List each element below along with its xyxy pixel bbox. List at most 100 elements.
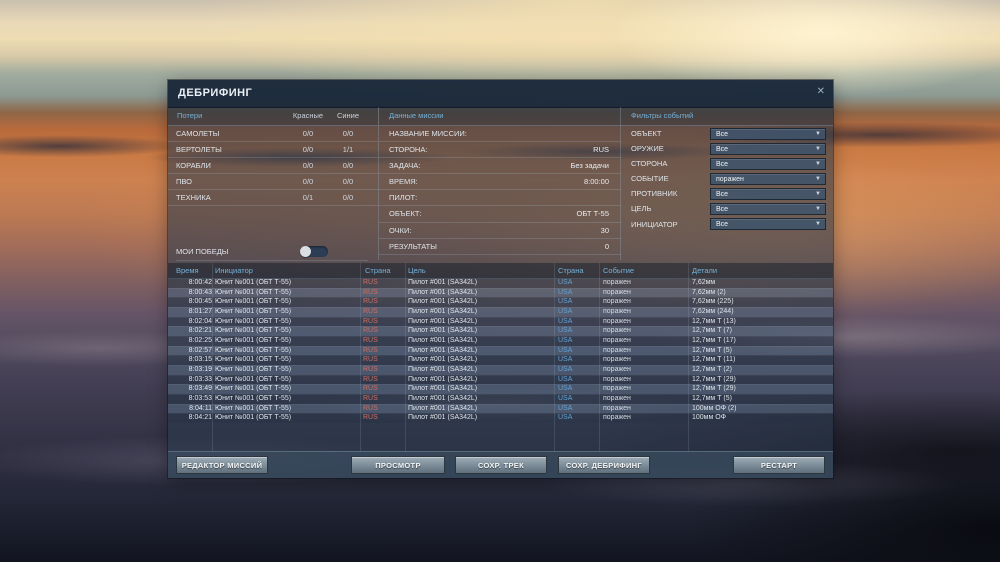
event-country-initiator: RUS [363, 414, 378, 422]
event-country-target: USA [558, 385, 573, 393]
save-track-button[interactable]: СОХР. ТРЕК [455, 456, 547, 474]
dialog-titlebar: ДЕБРИФИНГ ✕ [168, 80, 833, 108]
event-row[interactable]: 8:04:11 Юнит №001 (ОБТ Т-55) RUS Пилот #… [168, 403, 833, 414]
event-type: поражен [603, 336, 631, 344]
chevron-down-icon: ▼ [815, 221, 821, 228]
event-country-initiator: RUS [363, 375, 378, 383]
mission-value: 30 [600, 225, 609, 235]
filter-dropdown[interactable]: Все ▼ [710, 187, 826, 200]
event-type: поражен [603, 307, 631, 315]
event-row[interactable]: 8:03:53 Юнит №001 (ОБТ Т-55) RUS Пилот #… [168, 393, 833, 404]
event-type: поражен [603, 385, 631, 393]
loss-label: КОРАБЛИ [176, 161, 211, 170]
event-row[interactable]: 8:02:25 Юнит №001 (ОБТ Т-55) RUS Пилот #… [168, 335, 833, 346]
event-row[interactable]: 8:03:19 Юнит №001 (ОБТ Т-55) RUS Пилот #… [168, 364, 833, 375]
filter-dropdown[interactable]: поражен ▼ [710, 172, 826, 185]
filter-label: ОРУЖИЕ [631, 144, 664, 154]
loss-row: САМОЛЕТЫ 0/0 0/0 [168, 126, 378, 142]
filter-dropdown-value: Все [716, 190, 729, 198]
event-details: 100мм ОФ (2) [692, 404, 737, 412]
event-type: поражен [603, 394, 631, 402]
dialog-title: ДЕБРИФИНГ [178, 87, 253, 99]
chevron-down-icon: ▼ [815, 190, 821, 197]
event-country-target: USA [558, 307, 573, 315]
chevron-down-icon: ▼ [815, 160, 821, 167]
losses-header-row: Потери Красные Синие [168, 107, 378, 126]
event-initiator: Юнит №001 (ОБТ Т-55) [215, 327, 292, 335]
event-details: 12,7мм Т (13) [692, 317, 736, 325]
event-target: Пилот #001 (SA342L) [408, 307, 478, 315]
event-target: Пилот #001 (SA342L) [408, 414, 478, 422]
event-target: Пилот #001 (SA342L) [408, 298, 478, 306]
filter-row: СОБЫТИЕ поражен ▼ [621, 171, 833, 186]
filters-title: Фильтры событий [631, 111, 694, 120]
loss-red-value: 0/0 [302, 161, 314, 170]
chevron-down-icon: ▼ [815, 145, 821, 152]
loss-red-value: 0/0 [302, 177, 314, 186]
event-time: 8:00:45 [188, 298, 212, 306]
event-type: поражен [603, 365, 631, 373]
my-victories-toggle[interactable] [300, 246, 328, 257]
event-row[interactable]: 8:03:49 Юнит №001 (ОБТ Т-55) RUS Пилот #… [168, 384, 833, 394]
loss-label: ВЕРТОЛЕТЫ [176, 145, 222, 154]
mission-label: ВРЕМЯ: [389, 177, 418, 187]
event-time: 8:01:27 [188, 307, 212, 315]
mission-data-panel: Данные миссии НАЗВАНИЕ МИССИИ: СТОРОНА: … [378, 107, 621, 260]
mission-title: Данные миссии [389, 111, 444, 120]
event-initiator: Юнит №001 (ОБТ Т-55) [215, 307, 292, 315]
event-target: Пилот #001 (SA342L) [408, 346, 478, 354]
mission-value: RUS [593, 145, 609, 155]
filter-dropdown[interactable]: Все ▼ [710, 142, 826, 155]
mission-row: ОЧКИ: 30 [379, 223, 621, 239]
filter-label: ПРОТИВНИК [631, 189, 678, 199]
event-country-initiator: RUS [363, 394, 378, 402]
event-details: 7,62мм (225) [692, 298, 734, 306]
losses-panel: Потери Красные Синие САМОЛЕТЫ 0/0 0/0 ВЕ… [168, 107, 378, 261]
filter-dropdown[interactable]: Все ▼ [710, 127, 826, 140]
mission-value: ОБТ Т-55 [576, 209, 609, 219]
event-row[interactable]: 8:02:57 Юнит №001 (ОБТ Т-55) RUS Пилот #… [168, 345, 833, 356]
event-row[interactable]: 8:00:42 Юнит №001 (ОБТ Т-55) RUS Пилот #… [168, 278, 833, 288]
filter-dropdown[interactable]: Все ▼ [710, 202, 826, 215]
event-type: поражен [603, 298, 631, 306]
filter-dropdown-value: Все [716, 130, 729, 138]
filter-dropdown-value: Все [716, 221, 729, 229]
event-row[interactable]: 8:02:04 Юнит №001 (ОБТ Т-55) RUS Пилот #… [168, 316, 833, 327]
mission-row: ПИЛОТ: [379, 190, 621, 207]
mission-row: СТОРОНА: RUS [379, 142, 621, 159]
event-time: 8:02:57 [188, 346, 212, 354]
restart-button[interactable]: РЕСТАРТ [733, 456, 825, 474]
filter-dropdown[interactable]: Все ▼ [710, 218, 826, 231]
event-country-target: USA [558, 414, 573, 422]
event-details: 7,62мм (2) [692, 288, 726, 296]
col-details: Детали [692, 266, 718, 275]
event-row[interactable]: 8:03:33 Юнит №001 (ОБТ Т-55) RUS Пилот #… [168, 374, 833, 385]
event-type: поражен [603, 375, 631, 383]
event-country-target: USA [558, 404, 573, 412]
event-details: 100мм ОФ [692, 414, 727, 422]
filter-row: ОРУЖИЕ Все ▼ [621, 141, 833, 156]
event-country-target: USA [558, 394, 573, 402]
col-time: Время [176, 266, 199, 275]
event-row[interactable]: 8:00:45 Юнит №001 (ОБТ Т-55) RUS Пилот #… [168, 297, 833, 307]
view-button[interactable]: ПРОСМОТР [351, 456, 445, 474]
event-country-target: USA [558, 279, 573, 286]
event-country-target: USA [558, 375, 573, 383]
event-initiator: Юнит №001 (ОБТ Т-55) [215, 385, 292, 393]
mission-row: ВРЕМЯ: 8:00:00 [379, 174, 621, 191]
filter-dropdown[interactable]: Все ▼ [710, 157, 826, 170]
event-row[interactable]: 8:03:15 Юнит №001 (ОБТ Т-55) RUS Пилот #… [168, 355, 833, 365]
event-row[interactable]: 8:04:21 Юнит №001 (ОБТ Т-55) RUS Пилот #… [168, 413, 833, 423]
event-row[interactable]: 8:02:21 Юнит №001 (ОБТ Т-55) RUS Пилот #… [168, 326, 833, 336]
losses-col-red: Красные [292, 111, 324, 120]
save-debriefing-button[interactable]: СОХР. ДЕБРИФИНГ [558, 456, 650, 474]
event-details: 7,62мм (244) [692, 307, 734, 315]
event-initiator: Юнит №001 (ОБТ Т-55) [215, 356, 292, 364]
close-icon[interactable]: ✕ [817, 86, 825, 97]
event-row[interactable]: 8:01:27 Юнит №001 (ОБТ Т-55) RUS Пилот #… [168, 306, 833, 317]
col-event: Событие [603, 266, 635, 275]
event-row[interactable]: 8:00:43 Юнит №001 (ОБТ Т-55) RUS Пилот #… [168, 287, 833, 298]
event-type: поражен [603, 346, 631, 354]
mission-editor-button[interactable]: РЕДАКТОР МИССИЙ [176, 456, 268, 474]
filter-row: ПРОТИВНИК Все ▼ [621, 186, 833, 201]
